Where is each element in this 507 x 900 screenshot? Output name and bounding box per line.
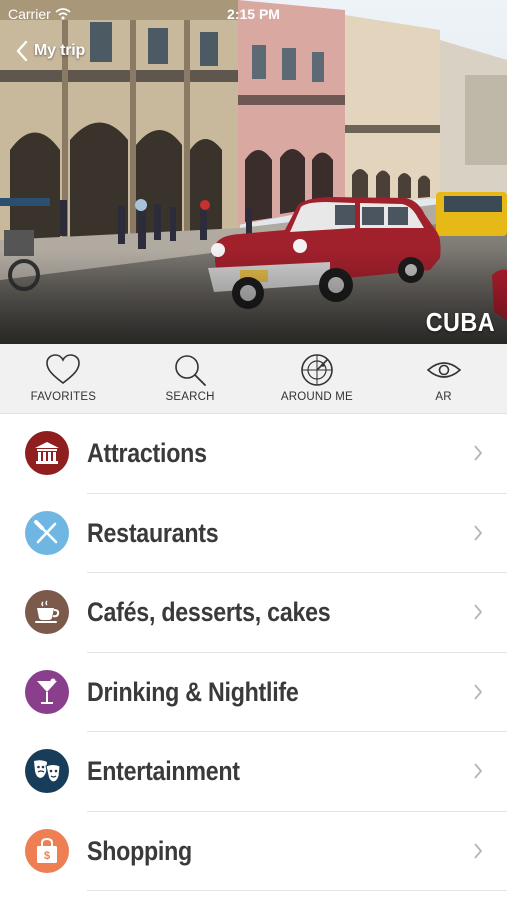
clock: 2:15 PM: [227, 6, 280, 22]
category-label: Restaurants: [87, 517, 219, 548]
heart-icon: [46, 354, 81, 385]
cutlery-icon: [25, 510, 69, 555]
category-list: Attractions Restaurants Cafés, desserts,…: [0, 414, 507, 891]
search-button[interactable]: SEARCH: [127, 344, 254, 413]
theater-masks-icon: [25, 749, 69, 793]
chevron-right-icon: [474, 683, 483, 700]
chevron-left-icon: [16, 40, 28, 62]
svg-text:$: $: [44, 850, 50, 862]
coffee-cup-icon: [25, 590, 69, 634]
category-row-attractions[interactable]: Attractions: [0, 414, 507, 494]
category-label: Drinking & Nightlife: [87, 676, 299, 707]
category-row-nightlife[interactable]: Drinking & Nightlife: [0, 653, 507, 732]
hero-image: Carrier 2:15 PM My trip CUBA: [0, 0, 507, 344]
ar-button[interactable]: AR: [380, 344, 507, 413]
around-me-button[interactable]: AROUND ME: [254, 344, 381, 413]
chevron-right-icon: [474, 842, 483, 859]
around-me-label: AROUND ME: [280, 391, 353, 403]
category-row-shopping[interactable]: $ Shopping: [0, 812, 507, 891]
back-button[interactable]: My trip: [16, 40, 85, 62]
category-row-restaurants[interactable]: Restaurants: [0, 494, 507, 573]
category-label: Shopping: [87, 835, 192, 866]
favorites-button[interactable]: FAVORITES: [0, 344, 127, 413]
row-divider: [87, 890, 507, 891]
cocktail-icon: [25, 669, 69, 714]
status-bar: Carrier 2:15 PM: [0, 0, 507, 28]
category-row-cafes[interactable]: Cafés, desserts, cakes: [0, 573, 507, 653]
category-label: Attractions: [87, 438, 207, 468]
back-button-label: My trip: [34, 42, 86, 59]
chevron-right-icon: [474, 763, 483, 779]
category-label: Cafés, desserts, cakes: [87, 597, 331, 627]
category-label: Entertainment: [87, 756, 240, 786]
search-icon: [175, 355, 207, 386]
chevron-right-icon: [474, 524, 483, 541]
eye-icon: [426, 362, 461, 378]
ar-label: AR: [435, 391, 452, 403]
radar-icon: [301, 354, 333, 386]
category-row-entertainment[interactable]: Entertainment: [0, 732, 507, 812]
chevron-right-icon: [474, 445, 483, 461]
chevron-right-icon: [474, 604, 483, 620]
favorites-label: FAVORITES: [30, 391, 97, 403]
museum-icon: [25, 431, 69, 475]
search-label: SEARCH: [165, 391, 215, 403]
country-title: CUBA: [425, 307, 495, 337]
toolbar: FAVORITES SEARCH AROUND ME AR: [0, 344, 507, 414]
shopping-bag-icon: $: [25, 828, 69, 873]
